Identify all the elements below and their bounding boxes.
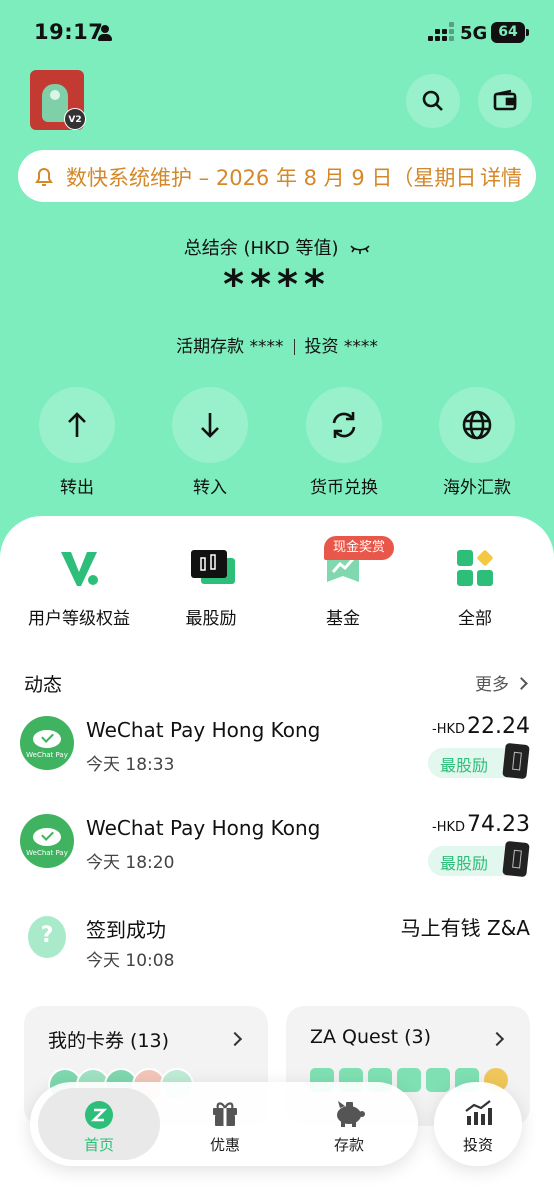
transfer-out-button[interactable]: 转出	[37, 387, 117, 498]
transaction-time: 今天 10:08	[86, 951, 175, 971]
status-time: 19:17	[34, 20, 104, 44]
transaction-row[interactable]: WeChat Pay WeChat Pay Hong Kong 今天 18:33…	[0, 714, 554, 804]
cash-reward-badge: 现金奖赏	[324, 536, 395, 560]
currency-exchange-button[interactable]: 货币兑换	[304, 387, 384, 498]
transaction-merchant: 马上有钱 Z&A	[400, 916, 530, 940]
hide-balance-icon[interactable]	[350, 243, 370, 255]
tab-invest[interactable]: 投资	[434, 1082, 522, 1166]
balance-label: 总结余 (HKD 等值)	[0, 234, 554, 260]
wechat-pay-logo: WeChat Pay	[20, 814, 74, 868]
shortcut-all[interactable]: 全部	[410, 546, 540, 629]
home-icon	[84, 1100, 114, 1130]
piggy-bank-icon	[334, 1098, 365, 1128]
arrow-down-icon	[201, 413, 219, 438]
exchange-icon	[332, 412, 356, 438]
transaction-time: 今天 18:33	[86, 755, 175, 775]
transaction-row[interactable]: WeChat Pay WeChat Pay Hong Kong 今天 18:20…	[0, 812, 554, 902]
transaction-name: WeChat Pay Hong Kong	[86, 718, 321, 742]
bell-icon	[35, 168, 53, 186]
arrow-up-icon	[68, 412, 86, 437]
maintenance-notice[interactable]: 数快系统维护 – 2026 年 8 月 9 日（星期日） 详情	[18, 150, 536, 202]
balance-breakdown: 活期存款 **** 投资 ****	[176, 337, 378, 357]
shortcut-stock-reward[interactable]: 最股励	[146, 546, 276, 629]
stock-reward-tag[interactable]: 最股励	[428, 840, 530, 878]
transaction-row[interactable]: ? 签到成功 今天 10:08 马上有钱 Z&A	[0, 910, 554, 1000]
transaction-amount: -HKD74.23	[432, 812, 530, 837]
transaction-time: 今天 18:20	[86, 853, 175, 873]
stock-card-icon	[502, 742, 530, 780]
chevron-right-icon	[227, 1031, 243, 1047]
tier-icon	[57, 546, 101, 590]
signal-icon	[428, 22, 454, 44]
gift-icon	[210, 1098, 240, 1128]
chevron-right-icon	[489, 1031, 505, 1047]
transfer-in-button[interactable]: 转入	[170, 387, 250, 498]
tab-home[interactable]: 首页	[38, 1088, 160, 1160]
transaction-amount: -HKD22.24	[432, 714, 530, 739]
tier-badge-icon: V2	[64, 108, 86, 130]
card-title: 我的卡券 (13)	[48, 1030, 170, 1052]
status-bar: 19:17 5G 64	[0, 0, 554, 70]
activity-more-link[interactable]: 更多	[475, 670, 528, 695]
bottom-tab-bar: 首页 优惠 存款	[30, 1082, 418, 1166]
shortcut-tier-benefits[interactable]: 用户等级权益	[14, 546, 144, 629]
stock-reward-icon	[189, 546, 235, 590]
wallet-button[interactable]	[478, 74, 532, 128]
overseas-remittance-button[interactable]: 海外汇款	[437, 387, 517, 498]
stock-reward-tag[interactable]: 最股励	[428, 742, 530, 780]
tab-offers[interactable]: 优惠	[170, 1082, 280, 1166]
chevron-right-icon	[515, 676, 528, 690]
transaction-name: WeChat Pay Hong Kong	[86, 816, 321, 840]
total-balance: ****	[223, 262, 331, 308]
globe-icon	[462, 410, 492, 440]
wechat-pay-logo: WeChat Pay	[20, 716, 74, 770]
battery-icon: 64	[491, 22, 529, 43]
chart-icon	[463, 1098, 493, 1128]
wallet-icon	[493, 89, 517, 111]
avatar[interactable]: V2	[30, 70, 86, 130]
question-icon: ?	[28, 916, 66, 958]
notice-details-link[interactable]: 详情	[474, 162, 522, 192]
all-apps-icon	[453, 546, 497, 590]
search-button[interactable]	[406, 74, 460, 128]
search-icon	[422, 90, 443, 111]
activity-title: 动态	[24, 674, 63, 696]
stock-card-icon	[502, 840, 530, 878]
transaction-name: 签到成功	[86, 918, 166, 942]
notice-text: 数快系统维护 – 2026 年 8 月 9 日（星期日）	[66, 166, 476, 190]
person-icon	[98, 25, 112, 41]
network-type: 5G	[460, 23, 488, 44]
tab-savings[interactable]: 存款	[294, 1082, 404, 1166]
card-title: ZA Quest (3)	[310, 1026, 432, 1048]
